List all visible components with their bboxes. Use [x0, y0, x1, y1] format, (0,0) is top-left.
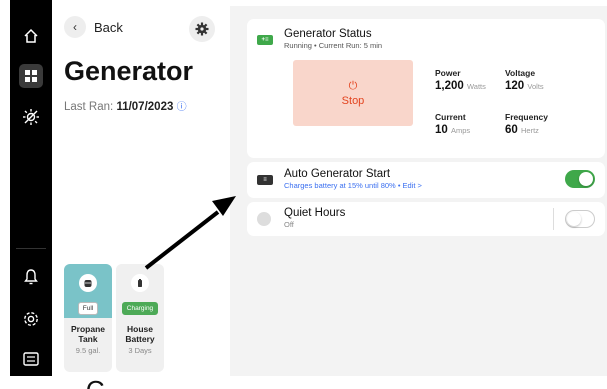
tile-name: House Battery — [125, 324, 155, 344]
keyboard-icon[interactable] — [10, 352, 52, 366]
status-badge: Full — [77, 302, 99, 315]
house-battery-tile[interactable]: Charging House Battery 3 Days — [116, 264, 164, 372]
stat-unit: Hertz — [521, 126, 539, 135]
nav-divider — [16, 248, 46, 249]
info-icon[interactable]: ⓘ — [177, 102, 187, 113]
back-label: Back — [94, 19, 123, 35]
stat-label: Frequency — [505, 112, 548, 122]
tile-value: 3 Days — [128, 346, 152, 355]
app-root: ‹ Back Generator Last Ran: 11/07/2023 ⓘ … — [0, 0, 607, 389]
back-button[interactable]: ‹ Back — [64, 16, 123, 38]
stat-label: Voltage — [505, 68, 536, 78]
quiet-hours-card[interactable]: Quiet Hours Off — [247, 202, 605, 236]
stat-value: 120 — [505, 80, 525, 92]
caption-text: - C - - - - - - - - - - - - - — [70, 376, 311, 389]
stat-label: Current — [435, 112, 466, 122]
card-subtitle: Running • Current Run: 5 min — [284, 41, 383, 50]
auto-start-chip-icon: ≡ — [257, 175, 273, 185]
frequency-stat: Frequency 60 Hertz — [499, 108, 565, 144]
power-icon: ⏻ — [348, 79, 358, 92]
nav-rail — [10, 0, 52, 376]
stat-label: Power — [435, 68, 461, 78]
tank-icon — [79, 274, 97, 292]
current-stat: Current 10 Amps — [429, 108, 495, 144]
card-title: Auto Generator Start — [284, 168, 391, 180]
moon-icon — [257, 212, 271, 226]
gear-icon — [195, 22, 209, 36]
toggle-knob — [567, 212, 581, 226]
stop-label: Stop — [341, 94, 365, 107]
battery-icon — [131, 274, 149, 292]
generator-status-card: +≡ Generator Status Running • Current Ru… — [247, 19, 605, 158]
stat-unit: Watts — [466, 82, 486, 91]
stat-unit: Amps — [451, 126, 471, 135]
power-stat: Power 1,200 Watts — [429, 64, 495, 100]
auto-start-toggle[interactable] — [565, 170, 595, 188]
quiet-hours-toggle[interactable] — [565, 210, 595, 228]
tile-header: Charging — [116, 264, 164, 318]
tile-header: Full — [64, 264, 112, 318]
stat-value: 60 — [505, 124, 518, 136]
generator-chip-icon: +≡ — [257, 35, 273, 45]
auto-start-edit-link[interactable]: Charges battery at 15% until 80% • Edit … — [284, 181, 422, 190]
last-ran-value: 11/07/2023 — [116, 101, 174, 113]
gear-button[interactable] — [189, 16, 215, 42]
bell-icon[interactable] — [10, 268, 52, 286]
status-badge: Charging — [121, 302, 159, 315]
tile-value: 9.5 gal. — [75, 346, 101, 355]
voltage-stat: Voltage 120 Volts — [499, 64, 565, 100]
home-icon[interactable] — [10, 28, 52, 44]
last-ran-label: Last Ran: — [64, 101, 114, 113]
divider — [553, 208, 554, 230]
chevron-left-icon: ‹ — [64, 16, 86, 38]
generator-sidebar: ‹ Back Generator Last Ran: 11/07/2023 ⓘ … — [52, 0, 230, 376]
main-content: +≡ Generator Status Running • Current Ru… — [230, 6, 607, 376]
settings-icon[interactable] — [10, 310, 52, 328]
card-title: Generator Status — [284, 28, 372, 40]
sun-off-icon[interactable] — [10, 108, 52, 126]
card-title: Quiet Hours — [284, 207, 346, 219]
toggle-knob — [579, 172, 593, 186]
stat-value: 10 — [435, 124, 448, 136]
card-subtitle: Off — [284, 220, 294, 229]
stat-value: 1,200 — [435, 80, 464, 92]
stop-button[interactable]: ⏻ Stop — [293, 60, 413, 126]
stat-unit: Volts — [527, 82, 544, 91]
last-ran: Last Ran: 11/07/2023 ⓘ — [64, 98, 187, 113]
tile-name: Propane Tank — [70, 324, 105, 344]
page-title: Generator — [64, 56, 194, 86]
auto-generator-start-card[interactable]: ≡ Auto Generator Start Charges battery a… — [247, 162, 605, 198]
grid-icon[interactable] — [10, 64, 52, 88]
propane-tank-tile[interactable]: Full Propane Tank 9.5 gal. — [64, 264, 112, 372]
